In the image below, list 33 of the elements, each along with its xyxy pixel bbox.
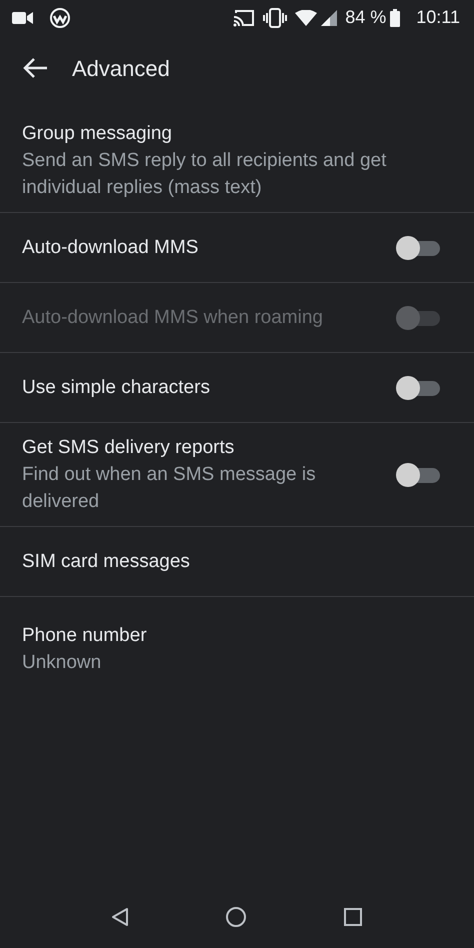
settings-row[interactable]: Use simple characters [0, 353, 474, 423]
setting-title: Get SMS delivery reports [22, 436, 236, 460]
toggle-switch[interactable] [396, 236, 440, 260]
settings-row[interactable]: Group messaging Send an SMS reply to all recipients and get individual replies (mass text) [0, 109, 474, 213]
setting-title: Phone number [22, 624, 148, 648]
settings-row[interactable]: Auto-download MMS [0, 213, 474, 283]
back-arrow-icon[interactable] [22, 57, 48, 79]
cast-icon [233, 8, 256, 26]
setting-title: Group messaging [22, 122, 173, 146]
toggle-switch[interactable] [396, 376, 440, 400]
setting-title: Auto-download MMS when roaming [22, 306, 324, 330]
setting-summary: Send an SMS reply to all recipients and get individual replies (mass text) [22, 149, 388, 200]
setting-title: SIM card messages [22, 550, 191, 574]
settings-row[interactable]: Phone number Unknown [0, 597, 474, 701]
setting-summary: Find out when an SMS message is delivered [22, 463, 317, 514]
app-icon [50, 8, 70, 28]
vibrate-icon [263, 8, 288, 28]
recents-icon[interactable] [343, 907, 363, 927]
home-icon[interactable] [225, 906, 247, 928]
setting-summary: Unknown [22, 651, 102, 675]
back-icon[interactable] [111, 907, 129, 927]
settings-row[interactable]: Get SMS delivery reports Find out when an SMS message is delivered [0, 423, 474, 527]
screen-title: Advanced [72, 54, 170, 82]
setting-title: Auto-download MMS [22, 236, 200, 260]
setting-title: Use simple characters [22, 376, 211, 400]
video-camera-icon [12, 10, 34, 24]
toggle-switch[interactable] [396, 462, 440, 486]
battery-icon [390, 8, 400, 26]
wifi-icon [295, 10, 318, 26]
signal-icon [321, 10, 338, 26]
clock: 10:11 [416, 6, 460, 29]
settings-row[interactable]: SIM card messages [0, 527, 474, 597]
battery-percentage: 84 % [345, 6, 386, 29]
